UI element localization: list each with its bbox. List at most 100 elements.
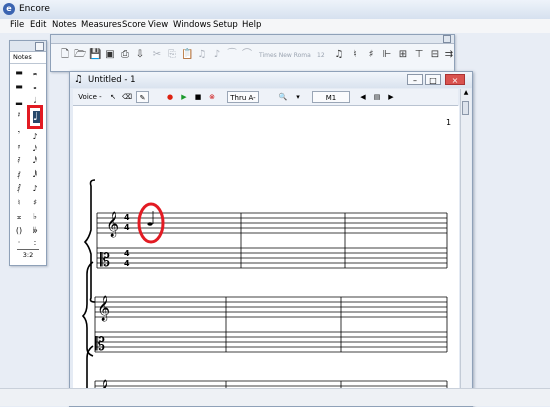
minimize-button[interactable]: – [407, 74, 423, 85]
parentheses-icon[interactable]: () [12, 225, 26, 237]
menu-edit[interactable]: Edit [28, 20, 48, 30]
time-sig-top-1: 4 [124, 213, 130, 222]
arrow-select-icon[interactable]: ↖ [107, 91, 119, 103]
zoom-icon[interactable]: 🔍 [276, 91, 290, 103]
sharp-icon[interactable]: ♯ [28, 197, 42, 209]
32nd-rest-icon[interactable]: 𝅀 [12, 155, 26, 167]
system-1 [83, 179, 448, 303]
grace-note-icon[interactable]: ♪ [28, 183, 42, 195]
cut-icon[interactable]: ✂ [151, 49, 163, 61]
add-staff-icon[interactable]: ⇉ [443, 49, 455, 61]
record-icon[interactable]: ● [164, 91, 176, 103]
32nd-note-icon[interactable]: 𝅘𝅥𝅰 [28, 155, 42, 167]
half-rest-icon[interactable]: ▂ [12, 95, 26, 107]
voice-dropdown[interactable]: Voice - [75, 91, 105, 103]
tuplet-button[interactable]: 3:2 [17, 249, 39, 259]
unbeam-icon[interactable]: ♪ [211, 49, 223, 61]
align-icon[interactable]: ⊞ [397, 49, 409, 61]
maximize-button[interactable]: □ [425, 74, 441, 85]
pencil-icon[interactable]: ✎ [136, 91, 149, 103]
transpose-icon[interactable]: ⊩ [381, 49, 393, 61]
flat-icon[interactable]: ♭ [28, 211, 42, 223]
breve-rest-icon[interactable]: ▬ [12, 67, 26, 79]
copy-icon[interactable]: ⎘ [166, 49, 178, 61]
dot-icon[interactable]: · [12, 237, 26, 249]
quarter-note-selected-button[interactable]: ♩ [27, 105, 43, 129]
alto-clef-2: 𝄡 [95, 334, 105, 355]
double-dot-icon[interactable]: : [28, 237, 42, 249]
palette-tab[interactable]: Notes [10, 52, 46, 64]
whole-rest-icon[interactable]: ▬ [12, 81, 26, 93]
menu-score[interactable]: Score [120, 20, 148, 30]
natural-icon[interactable]: ♮ [12, 197, 26, 209]
scroll-up-icon[interactable]: ▲ [461, 89, 471, 99]
print-icon[interactable]: ⎙ [119, 49, 131, 61]
eighth-note-icon[interactable]: ♪ [28, 131, 42, 143]
close-button[interactable]: × [445, 74, 465, 85]
menu-setup[interactable]: Setup [211, 20, 240, 30]
double-flat-icon[interactable]: 𝄫 [28, 225, 42, 237]
new-file-icon[interactable]: 🗋 [59, 49, 71, 61]
tie-icon[interactable]: ⁀ [226, 49, 238, 61]
thru-dropdown[interactable]: Thru A- [227, 91, 259, 103]
whole-note-icon[interactable]: 𝅝 [28, 81, 42, 93]
stem-up-icon[interactable]: ♫ [333, 49, 345, 61]
128th-rest-icon[interactable]: 𝅂 [12, 183, 26, 195]
stem-flip-icon[interactable]: ♮ [349, 49, 361, 61]
slur-icon[interactable]: ⌒ [241, 49, 253, 61]
palette-close-button[interactable] [35, 42, 44, 51]
scroll-thumb[interactable] [462, 101, 469, 115]
menu-windows[interactable]: Windows [171, 20, 213, 30]
menu-view[interactable]: View [146, 20, 170, 30]
play-icon[interactable]: ▶ [178, 91, 190, 103]
system-2 [81, 261, 448, 357]
toolbar-titlebar[interactable] [51, 35, 454, 44]
time-sig-bottom-1: 4 [124, 223, 130, 232]
page-setup-icon[interactable]: ▣ [104, 49, 116, 61]
breve-note-icon[interactable]: 𝅜 [28, 67, 42, 79]
next-page-icon[interactable]: ▶ [385, 91, 397, 103]
font-name-field[interactable]: Times New Roma [259, 52, 311, 59]
toolbar-close-button[interactable] [443, 35, 451, 43]
menu-help[interactable]: Help [240, 20, 263, 30]
font-size-field[interactable]: 12 [317, 52, 325, 59]
page-view-icon[interactable]: ▤ [371, 91, 383, 103]
palette-titlebar[interactable] [10, 41, 46, 52]
sixteenth-rest-icon[interactable]: 𝄿 [12, 141, 26, 153]
score-notation[interactable]: 𝄞 4 4 𝄡 4 4 𝄞 𝄡 [73, 106, 459, 406]
measure-field[interactable]: M1 [312, 91, 350, 103]
document-title: Untitled - 1 [88, 75, 136, 85]
64th-rest-icon[interactable]: 𝅁 [12, 169, 26, 181]
beam-icon[interactable]: ♫ [196, 49, 208, 61]
64th-note-icon[interactable]: 𝅘𝅥𝅱 [28, 169, 42, 181]
app-icon: e [3, 3, 15, 15]
document-titlebar[interactable]: ♫ Untitled - 1 – □ × [70, 72, 472, 88]
eighth-rest-icon[interactable]: 𝄾 [12, 127, 26, 139]
respell-icon[interactable]: ♯ [365, 49, 377, 61]
stop-icon[interactable]: ■ [192, 91, 204, 103]
page-number: 1 [446, 118, 452, 127]
eraser-icon[interactable]: ⌫ [121, 91, 133, 103]
spacing-icon[interactable]: ⊤ [413, 49, 425, 61]
quarter-rest-icon[interactable]: 𝄽 [12, 109, 26, 121]
score-page[interactable]: 1 𝄞 4 4 𝄡 4 4 𝄞 𝄡 [73, 106, 459, 406]
menu-measures[interactable]: Measures [79, 20, 124, 30]
main-toolbar-window: 🗋 🗁 💾 ▣ ⎙ ⇩ ✂ ⎘ 📋 ♫ ♪ ⁀ ⌒ Times New Roma… [50, 34, 455, 72]
zoom-dropdown-icon[interactable]: ▾ [292, 91, 304, 103]
paste-icon[interactable]: 📋 [181, 49, 193, 61]
panic-icon[interactable]: ⊗ [206, 91, 218, 103]
double-sharp-icon[interactable]: 𝄪 [12, 211, 26, 223]
treble-clef-1: 𝄞 [106, 211, 119, 237]
menu-file[interactable]: File [8, 20, 26, 30]
palette-tab-label: Notes [13, 53, 32, 61]
vertical-scrollbar[interactable]: ▲ [460, 89, 471, 406]
save-icon[interactable]: 💾 [89, 49, 101, 61]
staff-icon[interactable]: ⊟ [429, 49, 441, 61]
prev-page-icon[interactable]: ◀ [357, 91, 369, 103]
quarter-note-icon: ♩ [33, 110, 40, 123]
menu-notes[interactable]: Notes [50, 20, 79, 30]
open-file-icon[interactable]: 🗁 [74, 49, 86, 61]
sixteenth-note-icon[interactable]: 𝅘𝅥𝅯 [28, 143, 42, 155]
export-icon[interactable]: ⇩ [134, 49, 146, 61]
menu-bar: File Edit Notes Measures Score View Wind… [0, 19, 550, 34]
